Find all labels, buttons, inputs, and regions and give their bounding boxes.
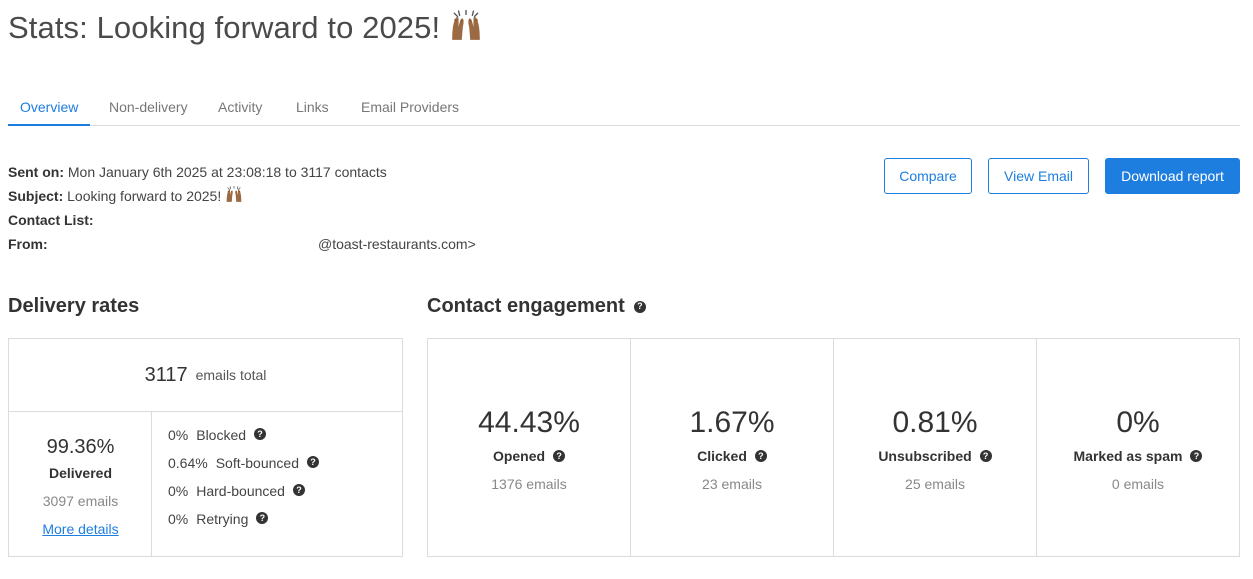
failure-percent: 0% — [168, 511, 189, 527]
failure-row-soft-bounced: 0.64% Soft-bounced ? — [168, 455, 319, 483]
engagement-label: Clicked ? — [631, 448, 833, 464]
engagement-label-text: Unsubscribed — [878, 448, 972, 464]
failure-label: Hard-bounced — [196, 483, 285, 499]
engagement-label: Marked as spam ? — [1037, 448, 1239, 464]
engagement-count: 0 emails — [1111, 476, 1165, 492]
sent-on-label: Sent on: — [8, 164, 64, 180]
tab-overview[interactable]: Overview — [8, 90, 91, 126]
tab-links[interactable]: Links — [284, 90, 341, 126]
raised-hands-icon — [225, 185, 243, 208]
delivery-rates-panel: 3117 emails total 99.36% Delivered 3097 … — [8, 338, 403, 557]
delivered-label: Delivered — [48, 465, 113, 481]
subject-label: Subject: — [8, 188, 64, 204]
engagement-label-text: Clicked — [697, 448, 747, 464]
help-icon[interactable]: ? — [553, 450, 566, 462]
emails-total-label: emails total — [195, 367, 267, 383]
engagement-label: Unsubscribed ? — [834, 448, 1036, 464]
subject-value: Looking forward to 2025! — [67, 188, 222, 204]
help-icon[interactable]: ? — [1190, 450, 1203, 462]
non-delivery-breakdown: 0% Blocked ? 0.64% Soft-bounced ? 0% Har… — [168, 427, 319, 539]
contact-list-label: Contact List: — [8, 212, 94, 228]
contact-engagement-title: Contact engagement ? — [427, 295, 646, 318]
page-title-text: Stats: Looking forward to 2025! — [8, 10, 441, 46]
engagement-label-text: Opened — [492, 448, 546, 464]
engagement-percent: 1.67% — [689, 406, 775, 439]
download-report-button[interactable]: Download report — [1105, 158, 1240, 194]
failure-percent: 0% — [168, 483, 189, 499]
engagement-count: 25 emails — [905, 476, 965, 492]
delivery-rates-title: Delivery rates — [8, 295, 139, 318]
engagement-card-unsubscribed: 0.81% Unsubscribed ? 25 emails — [833, 338, 1037, 557]
raised-hands-icon — [449, 9, 483, 50]
contact-list-row: Contact List: — [8, 210, 387, 234]
engagement-card-opened: 44.43% Opened ? 1376 emails — [427, 338, 631, 557]
help-icon[interactable]: ? — [292, 484, 305, 496]
from-label: From: — [8, 236, 48, 252]
from-row: From: @toast-restaurants.com> — [8, 234, 476, 258]
engagement-percent: 0.81% — [892, 406, 978, 439]
failure-label: Soft-bounced — [215, 455, 299, 471]
failure-percent: 0.64% — [168, 455, 208, 471]
help-icon[interactable]: ? — [307, 456, 319, 468]
delivered-count: 3097 emails — [42, 493, 119, 509]
compare-button[interactable]: Compare — [884, 158, 972, 194]
failure-row-retrying: 0% Retrying ? — [168, 511, 319, 539]
engagement-percent: 0% — [1116, 406, 1160, 439]
engagement-label: Opened ? — [428, 448, 630, 464]
engagement-percent: 44.43% — [478, 406, 580, 439]
failure-row-hard-bounced: 0% Hard-bounced ? — [168, 483, 319, 511]
failure-label: Blocked — [196, 427, 247, 443]
help-icon[interactable]: ? — [754, 450, 767, 462]
tab-bar: Overview Non-delivery Activity Links Ema… — [8, 90, 1240, 126]
page-title: Stats: Looking forward to 2025! — [8, 9, 483, 50]
engagement-label-text: Marked as spam — [1073, 448, 1183, 464]
from-value: @toast-restaurants.com> — [318, 236, 476, 252]
contact-engagement-title-text: Contact engagement — [427, 295, 625, 317]
delivery-rates-title-text: Delivery rates — [8, 295, 140, 317]
view-email-button[interactable]: View Email — [988, 158, 1089, 194]
emails-total-count: 3117 — [144, 363, 188, 386]
tab-email-providers[interactable]: Email Providers — [349, 90, 471, 126]
help-icon[interactable]: ? — [254, 428, 267, 440]
tab-non-delivery[interactable]: Non-delivery — [97, 90, 200, 126]
help-icon[interactable]: ? — [979, 450, 992, 462]
delivered-summary: 99.36% Delivered 3097 emails More detail… — [9, 412, 152, 556]
help-icon[interactable]: ? — [633, 300, 646, 313]
sent-on-value: Mon January 6th 2025 at 23:08:18 to 3117… — [67, 164, 387, 180]
sent-on-row: Sent on: Mon January 6th 2025 at 23:08:1… — [8, 162, 387, 186]
help-icon[interactable]: ? — [256, 512, 269, 524]
engagement-count: 1376 emails — [491, 476, 567, 492]
engagement-card-spam: 0% Marked as spam ? 0 emails — [1036, 338, 1240, 557]
tab-activity[interactable]: Activity — [206, 90, 274, 126]
failure-label: Retrying — [196, 511, 249, 527]
more-details-link[interactable]: More details — [9, 521, 152, 537]
emails-total: 3117 emails total — [9, 339, 402, 412]
failure-row-blocked: 0% Blocked ? — [168, 427, 319, 455]
delivered-percent: 99.36% — [46, 436, 115, 458]
engagement-card-clicked: 1.67% Clicked ? 23 emails — [630, 338, 834, 557]
failure-percent: 0% — [168, 427, 189, 443]
subject-row: Subject: Looking forward to 2025! — [8, 185, 387, 210]
campaign-meta: Sent on: Mon January 6th 2025 at 23:08:1… — [8, 162, 476, 258]
engagement-count: 23 emails — [702, 476, 762, 492]
